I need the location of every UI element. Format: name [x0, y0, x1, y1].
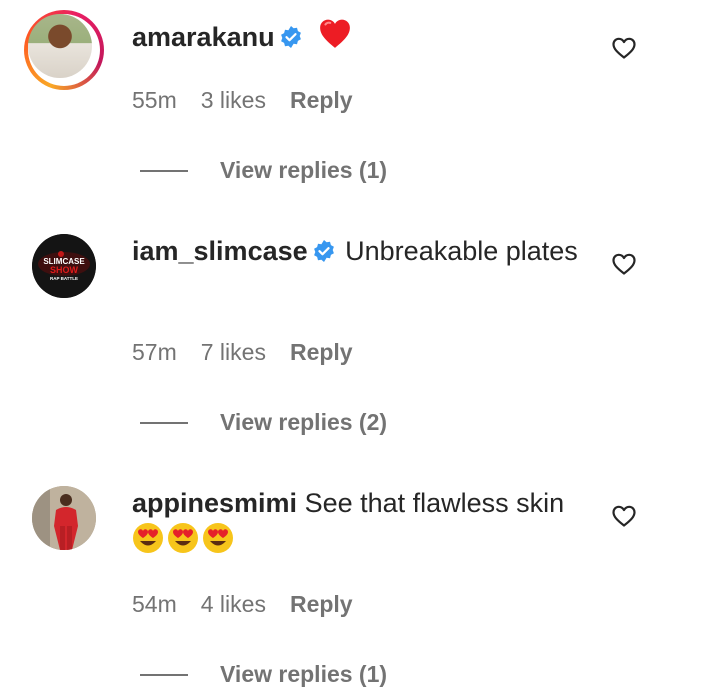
- comment-time: 55m: [132, 87, 177, 113]
- view-replies-label: View replies (2): [220, 409, 388, 435]
- likes-count[interactable]: 4 likes: [201, 591, 266, 618]
- comment-text: iam_slimcase Unbreakable plates: [132, 233, 582, 269]
- view-replies-label: View replies (1): [220, 157, 388, 183]
- comment-body: See that flawless skin: [304, 488, 565, 518]
- likes-count[interactable]: 3 likes: [201, 87, 266, 114]
- username[interactable]: appinesmimi: [132, 488, 297, 518]
- username[interactable]: iam_slimcase: [132, 236, 308, 266]
- reply-button[interactable]: Reply: [290, 591, 353, 618]
- heart-outline-icon[interactable]: [611, 35, 637, 61]
- red-heart-emoji: [320, 19, 350, 48]
- comment-meta: 54m 4 likes Reply: [132, 591, 353, 618]
- avatar-logo-line-3: RAP BATTLE: [50, 276, 78, 281]
- avatar[interactable]: SLIMCASE SHOW RAP BATTLE: [32, 234, 96, 298]
- view-replies-button[interactable]: View replies (2): [140, 409, 387, 436]
- emoji-row: 😍😍😍: [132, 523, 237, 554]
- comment-body: Unbreakable plates: [345, 236, 578, 266]
- comment-text: appinesmimi See that flawless skin 😍😍😍: [132, 485, 582, 557]
- heart-outline-icon[interactable]: [611, 251, 637, 277]
- heart-eyes-emoji: [203, 523, 233, 553]
- heart-eyes-emoji: [168, 523, 198, 553]
- likes-count[interactable]: 7 likes: [201, 339, 266, 366]
- slimcase-logo: SLIMCASE SHOW RAP BATTLE: [32, 234, 96, 298]
- view-replies-button[interactable]: View replies (1): [140, 157, 387, 184]
- divider-line: [140, 673, 188, 676]
- verified-badge-icon: [280, 26, 301, 48]
- avatar[interactable]: [24, 10, 104, 90]
- profile-photo: [32, 486, 96, 550]
- comment-text: amarakanu ❤️: [132, 17, 582, 55]
- avatar-logo-line-2: SHOW: [50, 265, 79, 275]
- reply-button[interactable]: Reply: [290, 339, 353, 366]
- divider-line: [140, 169, 188, 172]
- comment-time: 57m: [132, 339, 177, 365]
- divider-line: [140, 421, 188, 424]
- comment-meta: 57m 7 likes Reply: [132, 339, 353, 366]
- view-replies-label: View replies (1): [220, 661, 388, 687]
- heart-eyes-emoji: [133, 523, 163, 553]
- heart-outline-icon[interactable]: [611, 503, 637, 529]
- avatar[interactable]: [32, 486, 96, 550]
- view-replies-button[interactable]: View replies (1): [140, 661, 387, 688]
- comment-meta: 55m 3 likes Reply: [132, 87, 353, 114]
- reply-button[interactable]: Reply: [290, 87, 353, 114]
- verified-badge-icon: [313, 240, 334, 262]
- comment-time: 54m: [132, 591, 177, 617]
- username[interactable]: amarakanu: [132, 22, 275, 52]
